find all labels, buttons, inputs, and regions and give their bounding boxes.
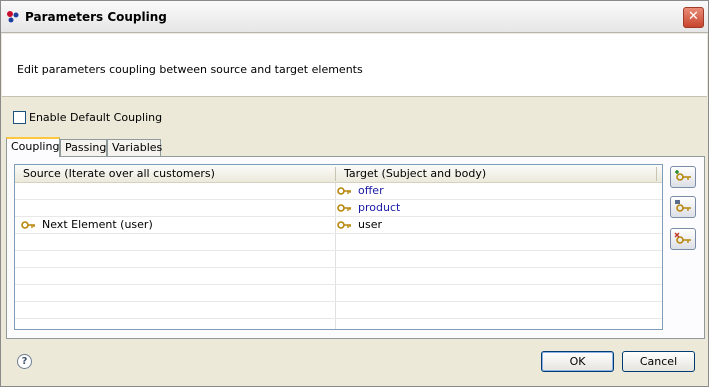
- coupling-table[interactable]: Source (Iterate over all customers) Targ…: [14, 164, 663, 330]
- column-header-source[interactable]: Source (Iterate over all customers): [15, 165, 335, 183]
- table-row[interactable]: Next Element (user) user: [15, 217, 662, 234]
- column-header-target[interactable]: Target (Subject and body): [336, 165, 656, 183]
- ok-button[interactable]: OK: [541, 351, 614, 372]
- remove-coupling-button[interactable]: [670, 228, 696, 250]
- help-icon[interactable]: ?: [17, 354, 32, 369]
- close-icon: ✕: [688, 9, 699, 24]
- target-param: offer: [358, 184, 384, 197]
- target-param: product: [358, 201, 401, 214]
- add-coupling-button[interactable]: [670, 166, 696, 188]
- key-icon: [337, 204, 351, 212]
- table-row[interactable]: product: [15, 200, 662, 217]
- window-title: Parameters Coupling: [25, 10, 167, 24]
- key-icon: [337, 221, 351, 229]
- target-param: user: [358, 218, 382, 231]
- close-button[interactable]: ✕: [683, 7, 704, 28]
- enable-default-coupling-label: Enable Default Coupling: [29, 110, 163, 124]
- coupling-panel: Source (Iterate over all customers) Targ…: [6, 156, 705, 339]
- tab-variables[interactable]: Variables: [107, 139, 162, 157]
- add-coupling-icon: [675, 170, 691, 181]
- enable-default-coupling[interactable]: Enable Default Coupling: [13, 110, 162, 124]
- remove-coupling-icon: [674, 232, 691, 244]
- auto-coupling-button[interactable]: [670, 196, 696, 218]
- app-icon: [6, 10, 20, 24]
- parameters-coupling-dialog: Parameters Coupling ✕ Edit parameters co…: [0, 0, 709, 387]
- table-row-empty[interactable]: [15, 285, 662, 302]
- table-row-empty[interactable]: [15, 234, 662, 251]
- source-param: Next Element (user): [42, 218, 153, 231]
- table-header: Source (Iterate over all customers) Targ…: [15, 165, 662, 183]
- header-message: Edit parameters coupling between source …: [17, 63, 363, 76]
- table-row-empty[interactable]: [15, 302, 662, 319]
- cancel-button[interactable]: Cancel: [622, 351, 695, 372]
- tab-passing[interactable]: Passing: [60, 139, 107, 157]
- auto-coupling-icon: [675, 200, 691, 212]
- key-icon: [337, 187, 351, 195]
- table-row-empty[interactable]: [15, 251, 662, 268]
- table-row-empty[interactable]: [15, 268, 662, 285]
- table-row[interactable]: offer: [15, 183, 662, 200]
- title-bar: Parameters Coupling ✕: [1, 1, 708, 33]
- dialog-header: Edit parameters coupling between source …: [2, 34, 707, 97]
- key-icon: [21, 221, 35, 229]
- enable-default-coupling-checkbox[interactable]: [13, 110, 26, 124]
- tab-coupling[interactable]: Coupling: [6, 137, 60, 157]
